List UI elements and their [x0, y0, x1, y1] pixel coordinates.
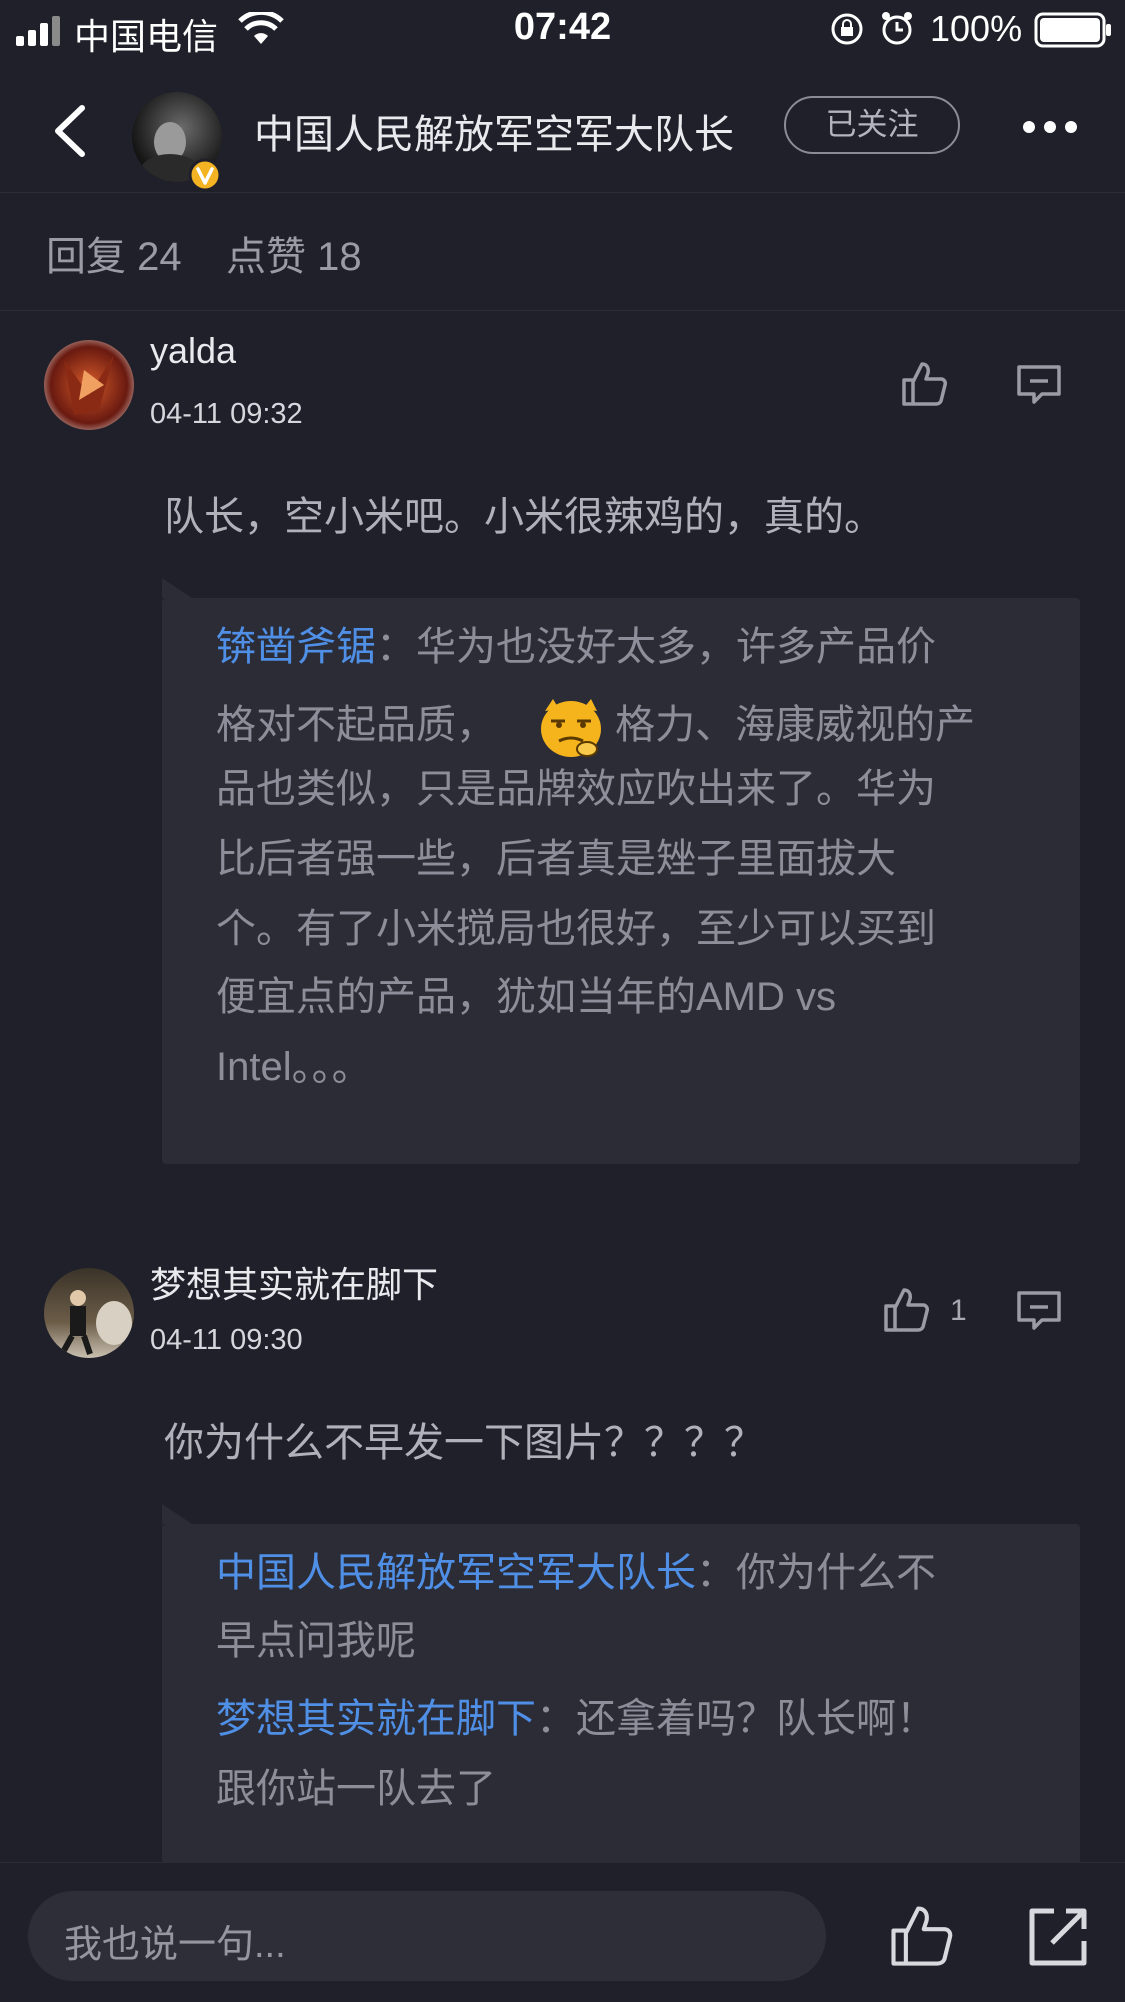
reply-author[interactable]: 梦想其实就在脚下	[216, 1697, 536, 1741]
page-title: 中国人民解放军空军大队长	[254, 113, 734, 157]
reply-line: Intel。。。	[216, 1045, 372, 1089]
follow-button[interactable]: 已关注	[784, 96, 960, 154]
status-bar: 中国电信 07:42 100%	[0, 0, 1125, 62]
commenter-avatar[interactable]	[44, 1268, 134, 1358]
comment-icon[interactable]	[1016, 1290, 1062, 1332]
reply-line: 早点问我呢	[216, 1619, 416, 1663]
commenter-name[interactable]: 梦想其实就在脚下	[150, 1256, 438, 1308]
reply-line: 格对不起品质， 格力、海康威视的产	[216, 690, 975, 760]
reply-text: 格力、海康威视的产	[615, 703, 976, 747]
reply-thread[interactable]: 锛凿斧锯：华为也没好太多，许多产品价 格对不起品质， 格力、海康威视的产 品也类…	[162, 578, 1080, 1164]
comment-time: 04-11 09:32	[150, 398, 303, 430]
reply-line: 比后者强一些，后者真是矬子里面拔大	[216, 837, 896, 881]
reply-line: 梦想其实就在脚下：还拿着吗？队长啊！	[216, 1684, 936, 1754]
comment-text: 队长，空小米吧。小米很辣鸡的，真的。	[164, 495, 884, 539]
verified-badge-icon	[188, 158, 222, 192]
reply-thread[interactable]: 中国人民解放军空军大队长：你为什么不 早点问我呢 梦想其实就在脚下：还拿着吗？队…	[162, 1504, 1080, 1864]
reply-count: 回复 24	[46, 235, 182, 279]
alarm-icon	[882, 12, 912, 45]
reply-text: ：华为也没好太多，许多产品价	[376, 625, 936, 669]
rotation-lock-icon	[831, 13, 863, 45]
comment-like-count: 1	[950, 1294, 967, 1327]
comment-input-placeholder: 我也说一句...	[64, 1924, 286, 1966]
thumbs-up-icon[interactable]	[900, 360, 948, 408]
bottom-bar: 我也说一句...	[0, 1862, 1125, 2002]
like-count-total: 点赞 18	[226, 235, 362, 279]
reply-text: ：你为什么不	[696, 1551, 936, 1595]
thumbs-up-icon[interactable]	[882, 1286, 930, 1334]
avatar-art	[64, 355, 114, 415]
reply-author[interactable]: 中国人民解放军空军大队长	[216, 1551, 696, 1595]
reply-text: 格对不起品质，	[216, 703, 496, 747]
reply-line: 锛凿斧锯：华为也没好太多，许多产品价	[216, 612, 936, 682]
reply-notch	[162, 578, 192, 598]
avatar-photo	[59, 1290, 132, 1356]
battery-percent: 100%	[930, 8, 1023, 49]
battery-icon	[1034, 12, 1111, 48]
comment-text: 你为什么不早发一下图片？？？？	[164, 1421, 764, 1465]
reply-line: 跟你站一队去了	[216, 1767, 496, 1811]
back-icon[interactable]	[50, 104, 90, 158]
thumbs-up-icon[interactable]	[888, 1903, 954, 1969]
comment-time: 04-11 09:30	[150, 1324, 303, 1356]
comment-item: 梦想其实就在脚下 04-11 09:30 1 你为什么不早发一下图片？？？？ 中…	[0, 1238, 1125, 1864]
comment-input[interactable]: 我也说一句...	[28, 1891, 826, 1981]
more-icon[interactable]	[1022, 120, 1078, 134]
reply-line: 中国人民解放军空军大队长：你为什么不	[216, 1538, 936, 1608]
reply-line: 便宜点的产品，犹如当年的AMD vs	[216, 975, 836, 1019]
commenter-avatar[interactable]	[44, 340, 134, 430]
reply-line: 个。有了小米搅局也很好，至少可以买到	[216, 907, 936, 951]
commenter-name[interactable]: yalda	[150, 330, 236, 372]
nav-bar: 中国人民解放军空军大队长 已关注	[0, 62, 1125, 193]
comment-item: yalda 04-11 09:32 队长，空小米吧。小米很辣鸡的，真的。 锛凿斧…	[0, 312, 1125, 1212]
reply-author[interactable]: 锛凿斧锯	[216, 625, 376, 669]
reply-line: 品也类似，只是品牌效应吹出来了。华为	[216, 767, 936, 811]
emoji-sticker	[541, 699, 602, 758]
reply-notch	[162, 1504, 192, 1524]
stats-row: 回复 24 点赞 18	[0, 194, 1125, 311]
share-icon[interactable]	[1028, 1905, 1090, 1967]
comment-icon[interactable]	[1016, 364, 1062, 406]
reply-text: ：还拿着吗？队长啊！	[536, 1697, 936, 1741]
